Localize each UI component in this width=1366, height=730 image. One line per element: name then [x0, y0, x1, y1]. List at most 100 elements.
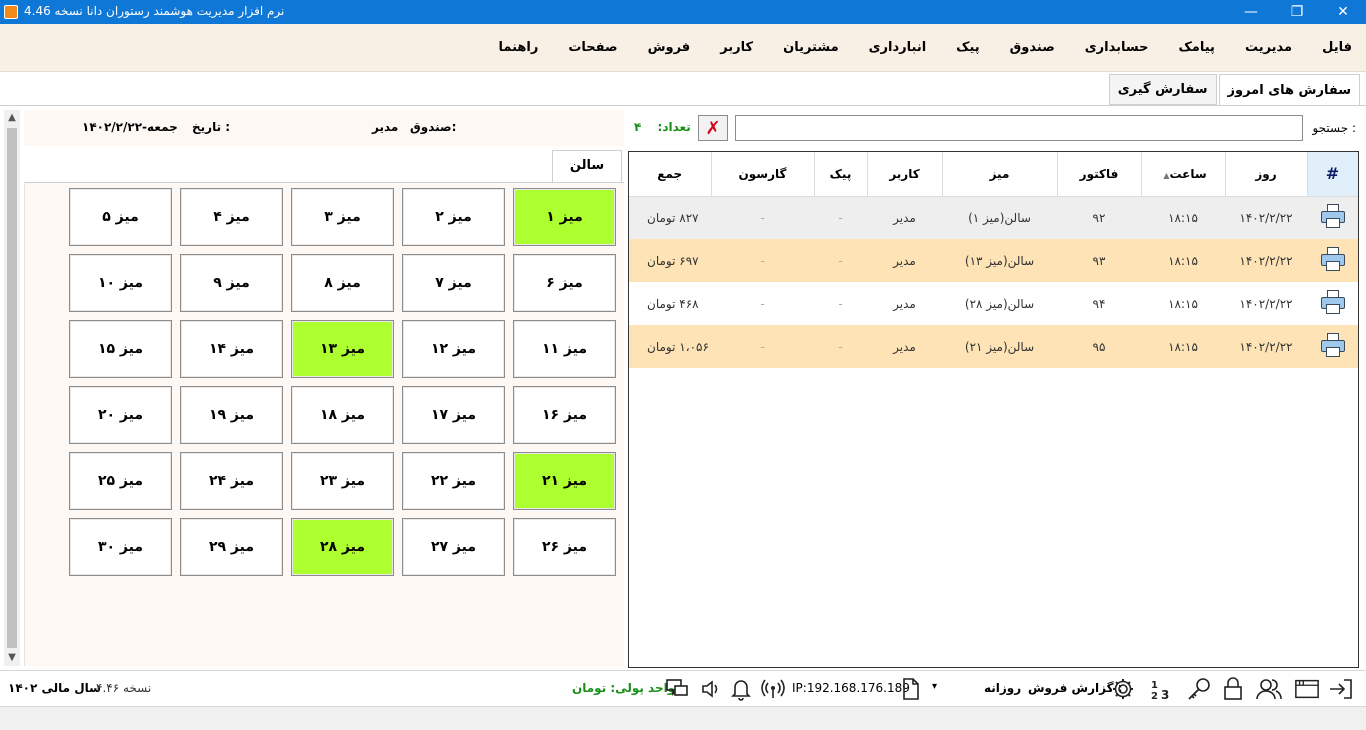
table-row[interactable]: ۱۴۰۲/۲/۲۲ ۱۸:۱۵ ۹۲ سالن(میز ۱) مدیر - -۸۲۷ توم…	[629, 196, 1358, 239]
minimize-button[interactable]: —	[1228, 0, 1274, 24]
table-button-15[interactable]: میز ۱۵	[69, 320, 172, 378]
table-button-7[interactable]: میز ۷	[402, 254, 505, 312]
tab-today-orders[interactable]: سفارش های امروز	[1218, 74, 1360, 106]
lock-icon[interactable]	[1220, 676, 1246, 702]
menu-item-2[interactable]: مدیریت	[1245, 40, 1292, 55]
col-time-label: ساعت	[1169, 166, 1207, 181]
scroll-thumb[interactable]	[7, 128, 17, 648]
table-button-20[interactable]: میز ۲۰	[69, 386, 172, 444]
menu-item-4[interactable]: حسابداری	[1085, 40, 1149, 55]
cell-day: ۱۴۰۲/۲/۲۲	[1225, 196, 1307, 239]
table-button-12[interactable]: میز ۱۲	[402, 320, 505, 378]
table-button-9[interactable]: میز ۹	[180, 254, 283, 312]
network-icon[interactable]	[760, 676, 786, 702]
cell-time: ۱۸:۱۵	[1168, 296, 1198, 311]
scroll-down-icon[interactable]: ▼	[4, 650, 20, 666]
chat-icon[interactable]	[664, 676, 690, 702]
report-dropdown-icon[interactable]: ▾	[932, 681, 937, 692]
bell-icon[interactable]	[728, 676, 754, 702]
menu-list: فایل مدیریت پیامک حسابداری صندوق پیک انبارداری…	[468, 40, 1352, 55]
col-courier[interactable]: پیک	[814, 152, 868, 197]
menu-item-11[interactable]: صفحات	[568, 40, 617, 55]
gear-icon[interactable]	[1110, 676, 1136, 702]
col-waiter[interactable]: گارسون	[711, 152, 815, 197]
table-button-29[interactable]: میز ۲۹	[180, 518, 283, 576]
cell-table: سالن(میز ۲۱)	[942, 325, 1057, 368]
menu-item-5[interactable]: صندوق	[1010, 40, 1055, 55]
print-cell[interactable]	[1307, 282, 1358, 325]
col-user[interactable]: کاربر	[867, 152, 943, 197]
printer-icon[interactable]	[1320, 246, 1346, 272]
table-button-23[interactable]: میز ۲۳	[291, 452, 394, 510]
table-button-25[interactable]: میز ۲۵	[69, 452, 172, 510]
table-button-22[interactable]: میز ۲۲	[402, 452, 505, 510]
table-button-26[interactable]: میز ۲۶	[513, 518, 616, 576]
cell-day: ۱۴۰۲/۲/۲۲	[1239, 296, 1293, 311]
table-button-17[interactable]: میز ۱۷	[402, 386, 505, 444]
version-label: نسخه ۴.۴۶	[96, 681, 152, 695]
table-button-3[interactable]: میز ۳	[291, 188, 394, 246]
print-cell[interactable]	[1307, 196, 1358, 239]
tab-saloon[interactable]: سالن	[552, 150, 622, 182]
sales-report-value[interactable]: روزانه	[984, 681, 1021, 695]
table-button-11[interactable]: میز ۱۱	[513, 320, 616, 378]
printer-icon[interactable]	[1320, 203, 1346, 229]
cell-total: ۴۶۸ تومان	[647, 296, 699, 311]
table-button-18[interactable]: میز ۱۸	[291, 386, 394, 444]
table-button-13[interactable]: میز ۱۳	[291, 320, 394, 378]
key-icon[interactable]	[1186, 676, 1212, 702]
table-button-27[interactable]: میز ۲۷	[402, 518, 505, 576]
printer-icon[interactable]	[1320, 332, 1346, 358]
left-scrollbar[interactable]: ▲ ▼	[4, 110, 20, 666]
table-button-30[interactable]: میز ۳۰	[69, 518, 172, 576]
printer-icon[interactable]	[1320, 289, 1346, 315]
tab-order-taking[interactable]: سفارش گیری	[1108, 74, 1217, 105]
print-cell[interactable]	[1307, 325, 1358, 368]
table-button-24[interactable]: میز ۲۴	[180, 452, 283, 510]
print-cell[interactable]	[1307, 239, 1358, 282]
search-input[interactable]	[735, 115, 1303, 141]
table-button-1[interactable]: میز ۱	[513, 188, 616, 246]
table-button-16[interactable]: میز ۱۶	[513, 386, 616, 444]
table-button-19[interactable]: میز ۱۹	[180, 386, 283, 444]
restore-button[interactable]: ❐	[1274, 0, 1320, 24]
menu-item-8[interactable]: مشتریان	[783, 40, 839, 55]
table-button-14[interactable]: میز ۱۴	[180, 320, 283, 378]
users-icon[interactable]	[1256, 676, 1282, 702]
menu-item-3[interactable]: پیامک	[1179, 40, 1215, 55]
window-icon[interactable]	[1294, 676, 1320, 702]
cell-table: سالن(میز ۱)	[942, 196, 1057, 239]
col-total[interactable]: جمع	[629, 152, 712, 197]
menu-item-7[interactable]: انبارداری	[869, 40, 927, 55]
table-button-10[interactable]: میز ۱۰	[69, 254, 172, 312]
col-table[interactable]: میز	[942, 152, 1058, 197]
menu-item-9[interactable]: کاربر	[720, 40, 753, 55]
scroll-up-icon[interactable]: ▲	[4, 110, 20, 126]
table-button-21[interactable]: میز ۲۱	[513, 452, 616, 510]
table-button-2[interactable]: میز ۲	[402, 188, 505, 246]
count-value: ۴	[634, 120, 642, 134]
menu-item-1[interactable]: فایل	[1322, 40, 1352, 55]
clear-search-button[interactable]: ✗	[698, 115, 728, 141]
bottom-strip	[0, 706, 1366, 730]
col-day[interactable]: روز	[1225, 152, 1308, 197]
app-icon	[4, 5, 18, 19]
table-row[interactable]: ۱۴۰۲/۲/۲۲ ۱۸:۱۵ ۹۳ سالن(میز ۱۳) مدیر - -۶۹۷ تو…	[629, 239, 1358, 282]
table-button-28[interactable]: میز ۲۸	[291, 518, 394, 576]
menu-item-12[interactable]: راهنما	[498, 40, 538, 55]
table-button-8[interactable]: میز ۸	[291, 254, 394, 312]
col-time[interactable]: ساعت▲	[1141, 152, 1226, 197]
numbering-icon[interactable]: 123	[1148, 676, 1174, 702]
menu-item-10[interactable]: فروش	[648, 40, 691, 55]
table-row[interactable]: ۱۴۰۲/۲/۲۲ ۱۸:۱۵ ۹۴ سالن(میز ۲۸) مدیر - - ۴۶۸ تو…	[629, 282, 1358, 325]
close-button[interactable]: ✕	[1320, 0, 1366, 24]
exit-icon[interactable]	[1328, 676, 1354, 702]
col-invoice[interactable]: فاکتور	[1057, 152, 1142, 197]
table-button-5[interactable]: میز ۵	[69, 188, 172, 246]
table-row[interactable]: ۱۴۰۲/۲/۲۲ ۱۸:۱۵ ۹۵ سالن(میز ۲۱) مدیر - -۱،۰۵۶ …	[629, 325, 1358, 368]
table-button-4[interactable]: میز ۴	[180, 188, 283, 246]
table-button-6[interactable]: میز ۶	[513, 254, 616, 312]
menu-item-6[interactable]: پیک	[956, 40, 980, 55]
document-icon[interactable]	[898, 676, 924, 702]
speaker-icon[interactable]	[698, 676, 724, 702]
